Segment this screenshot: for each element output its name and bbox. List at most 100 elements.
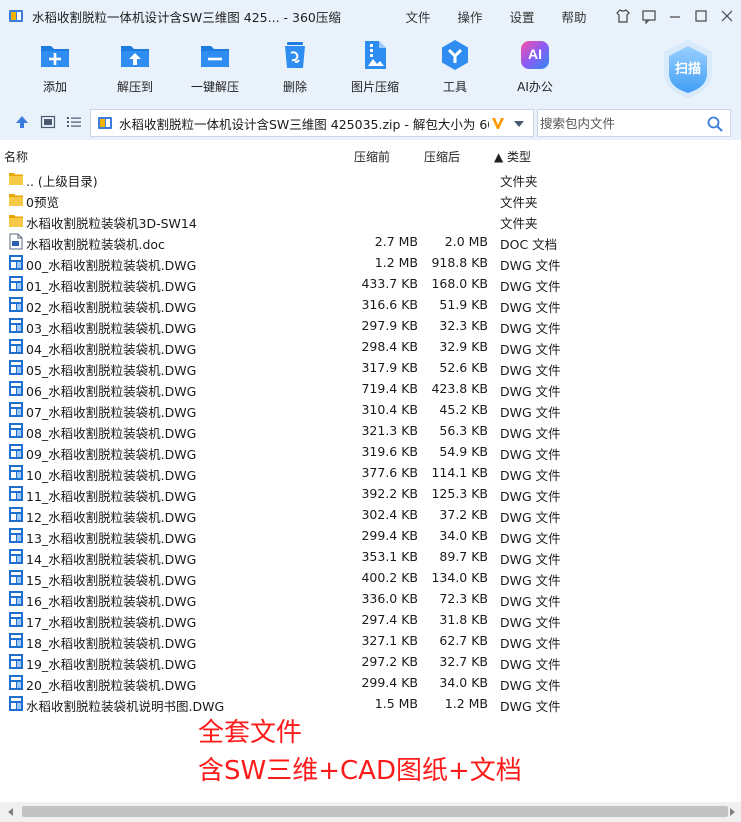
delete-button[interactable]: 删除 — [259, 38, 331, 98]
scroll-thumb[interactable] — [22, 806, 728, 817]
file-row[interactable]: 02_水稻收割脱粒装袋机.DWG 316.6 KB 51.9 KB DWG 文件 — [0, 294, 741, 315]
file-type: DWG 文件 — [500, 594, 561, 609]
feedback-button[interactable] — [639, 6, 659, 26]
file-row[interactable]: 11_水稻收割脱粒装袋机.DWG 392.2 KB 125.3 KB DWG 文件 — [0, 483, 741, 504]
file-row[interactable]: 20_水稻收割脱粒装袋机.DWG 299.4 KB 34.0 KB DWG 文件 — [0, 672, 741, 693]
title-bar: 水稻收割脱粒一体机设计含SW三维图 425... - 360压缩 文件 操作 设… — [0, 0, 741, 32]
file-row[interactable]: .. (上级目录) 文件夹 — [0, 168, 741, 189]
toolbar: 添加 解压到 一键解压 删除 图片压缩 工具 AI AI办公 扫描 — [0, 32, 741, 104]
file-packed-size: 2.0 MB — [444, 234, 488, 249]
file-row[interactable]: 03_水稻收割脱粒装袋机.DWG 297.9 KB 32.3 KB DWG 文件 — [0, 315, 741, 336]
file-row[interactable]: 01_水稻收割脱粒装袋机.DWG 433.7 KB 168.0 KB DWG 文件 — [0, 273, 741, 294]
menu-help[interactable]: 帮助 — [548, 7, 600, 26]
extract-to-button[interactable]: 解压到 — [99, 38, 171, 98]
file-packed-size: 54.9 KB — [439, 444, 488, 459]
file-type: DWG 文件 — [500, 321, 561, 336]
file-type: DWG 文件 — [500, 552, 561, 567]
file-size: 317.9 KB — [361, 360, 418, 375]
file-row[interactable]: 00_水稻收割脱粒装袋机.DWG 1.2 MB 918.8 KB DWG 文件 — [0, 252, 741, 273]
file-row[interactable]: 18_水稻收割脱粒装袋机.DWG 327.1 KB 62.7 KB DWG 文件 — [0, 630, 741, 651]
menu-file[interactable]: 文件 — [392, 7, 444, 26]
file-type: DWG 文件 — [500, 279, 561, 294]
one-click-extract-button[interactable]: 一键解压 — [179, 38, 251, 98]
close-button[interactable] — [717, 6, 737, 26]
address-bar: 水稻收割脱粒一体机设计含SW三维图 425035.zip - 解包大小为 60.… — [0, 104, 741, 140]
file-row[interactable]: 09_水稻收割脱粒装袋机.DWG 319.6 KB 54.9 KB DWG 文件 — [0, 441, 741, 462]
file-name: 13_水稻收割脱粒装袋机.DWG — [26, 531, 197, 546]
file-name: 08_水稻收割脱粒装袋机.DWG — [26, 426, 197, 441]
column-name[interactable]: 名称 — [4, 148, 28, 165]
up-level-button[interactable] — [14, 114, 30, 130]
menu-operate[interactable]: 操作 — [444, 7, 496, 26]
file-row[interactable]: 15_水稻收割脱粒装袋机.DWG 400.2 KB 134.0 KB DWG 文件 — [0, 567, 741, 588]
v-badge-icon — [489, 113, 507, 133]
file-type: DWG 文件 — [500, 489, 561, 504]
file-size: 310.4 KB — [361, 402, 418, 417]
dwg-file-icon — [8, 443, 24, 460]
file-row[interactable]: 水稻收割脱粒装袋机说明书图.DWG 1.5 MB 1.2 MB DWG 文件 — [0, 693, 741, 714]
file-row[interactable]: 08_水稻收割脱粒装袋机.DWG 321.3 KB 56.3 KB DWG 文件 — [0, 420, 741, 441]
search-input[interactable] — [540, 112, 700, 134]
file-size: 297.4 KB — [361, 612, 418, 627]
extract-to-label: 解压到 — [116, 80, 153, 94]
file-size: 377.6 KB — [361, 465, 418, 480]
scroll-right-arrow[interactable] — [727, 806, 739, 818]
dwg-file-icon — [8, 296, 24, 313]
file-packed-size: 32.7 KB — [439, 654, 488, 669]
file-row[interactable]: 04_水稻收割脱粒装袋机.DWG 298.4 KB 32.9 KB DWG 文件 — [0, 336, 741, 357]
horizontal-scrollbar[interactable] — [0, 802, 741, 822]
file-packed-size: 1.2 MB — [444, 696, 488, 711]
file-size: 719.4 KB — [361, 381, 418, 396]
file-list: 名称 压缩前 压缩后 ▲ 类型 .. (上级目录) 文件夹 0预览 文件夹 水稻收割脱粒… — [0, 140, 741, 802]
column-header: 名称 压缩前 压缩后 ▲ 类型 — [0, 140, 741, 168]
column-size[interactable]: 压缩前 — [354, 148, 390, 165]
dwg-file-icon — [8, 254, 24, 271]
delete-label: 删除 — [282, 80, 307, 94]
path-dropdown-button[interactable] — [513, 118, 525, 132]
minimize-button[interactable] — [665, 6, 685, 26]
search-icon[interactable] — [706, 115, 724, 133]
file-row[interactable]: 14_水稻收割脱粒装袋机.DWG 353.1 KB 89.7 KB DWG 文件 — [0, 546, 741, 567]
file-type: DWG 文件 — [500, 573, 561, 588]
file-name: 12_水稻收割脱粒装袋机.DWG — [26, 510, 197, 525]
tools-button[interactable]: 工具 — [419, 38, 491, 98]
path-field[interactable]: 水稻收割脱粒一体机设计含SW三维图 425035.zip - 解包大小为 60.… — [90, 109, 534, 137]
scan-button[interactable]: 扫描 — [660, 38, 716, 100]
file-row[interactable]: 19_水稻收割脱粒装袋机.DWG 297.2 KB 32.7 KB DWG 文件 — [0, 651, 741, 672]
scroll-left-arrow[interactable] — [4, 806, 16, 818]
file-type: 文件夹 — [500, 216, 538, 231]
thumbnail-view-button[interactable] — [40, 114, 56, 130]
file-row[interactable]: 12_水稻收割脱粒装袋机.DWG 302.4 KB 37.2 KB DWG 文件 — [0, 504, 741, 525]
dwg-file-icon — [8, 380, 24, 397]
file-name: 09_水稻收割脱粒装袋机.DWG — [26, 447, 197, 462]
file-size: 353.1 KB — [361, 549, 418, 564]
file-type: DWG 文件 — [500, 426, 561, 441]
file-row[interactable]: 16_水稻收割脱粒装袋机.DWG 336.0 KB 72.3 KB DWG 文件 — [0, 588, 741, 609]
image-compress-button[interactable]: 图片压缩 — [339, 38, 411, 98]
file-row[interactable]: 13_水稻收割脱粒装袋机.DWG 299.4 KB 34.0 KB DWG 文件 — [0, 525, 741, 546]
menu-settings[interactable]: 设置 — [496, 7, 548, 26]
file-size: 327.1 KB — [361, 633, 418, 648]
column-type[interactable]: ▲ 类型 — [494, 148, 531, 165]
file-row[interactable]: 07_水稻收割脱粒装袋机.DWG 310.4 KB 45.2 KB DWG 文件 — [0, 399, 741, 420]
maximize-button[interactable] — [691, 6, 711, 26]
file-name: 00_水稻收割脱粒装袋机.DWG — [26, 258, 197, 273]
file-size: 299.4 KB — [361, 675, 418, 690]
file-row[interactable]: 17_水稻收割脱粒装袋机.DWG 297.4 KB 31.8 KB DWG 文件 — [0, 609, 741, 630]
file-row[interactable]: 06_水稻收割脱粒装袋机.DWG 719.4 KB 423.8 KB DWG 文件 — [0, 378, 741, 399]
dwg-file-icon — [8, 590, 24, 607]
file-row[interactable]: 水稻收割脱粒装袋机3D-SW14 文件夹 — [0, 210, 741, 231]
file-row[interactable]: 05_水稻收割脱粒装袋机.DWG 317.9 KB 52.6 KB DWG 文件 — [0, 357, 741, 378]
file-packed-size: 423.8 KB — [431, 381, 488, 396]
ai-badge-text: AI — [528, 46, 542, 62]
list-view-button[interactable] — [66, 114, 82, 130]
file-packed-size: 34.0 KB — [439, 528, 488, 543]
column-packed[interactable]: 压缩后 — [424, 148, 460, 165]
skin-button[interactable] — [613, 6, 633, 26]
vertical-scrollbar[interactable] — [730, 168, 741, 788]
add-button[interactable]: 添加 — [19, 38, 91, 98]
file-row[interactable]: 水稻收割脱粒装袋机.doc 2.7 MB 2.0 MB DOC 文档 — [0, 231, 741, 252]
ai-office-button[interactable]: AI AI办公 — [499, 38, 571, 98]
file-row[interactable]: 0预览 文件夹 — [0, 189, 741, 210]
file-row[interactable]: 10_水稻收割脱粒装袋机.DWG 377.6 KB 114.1 KB DWG 文件 — [0, 462, 741, 483]
